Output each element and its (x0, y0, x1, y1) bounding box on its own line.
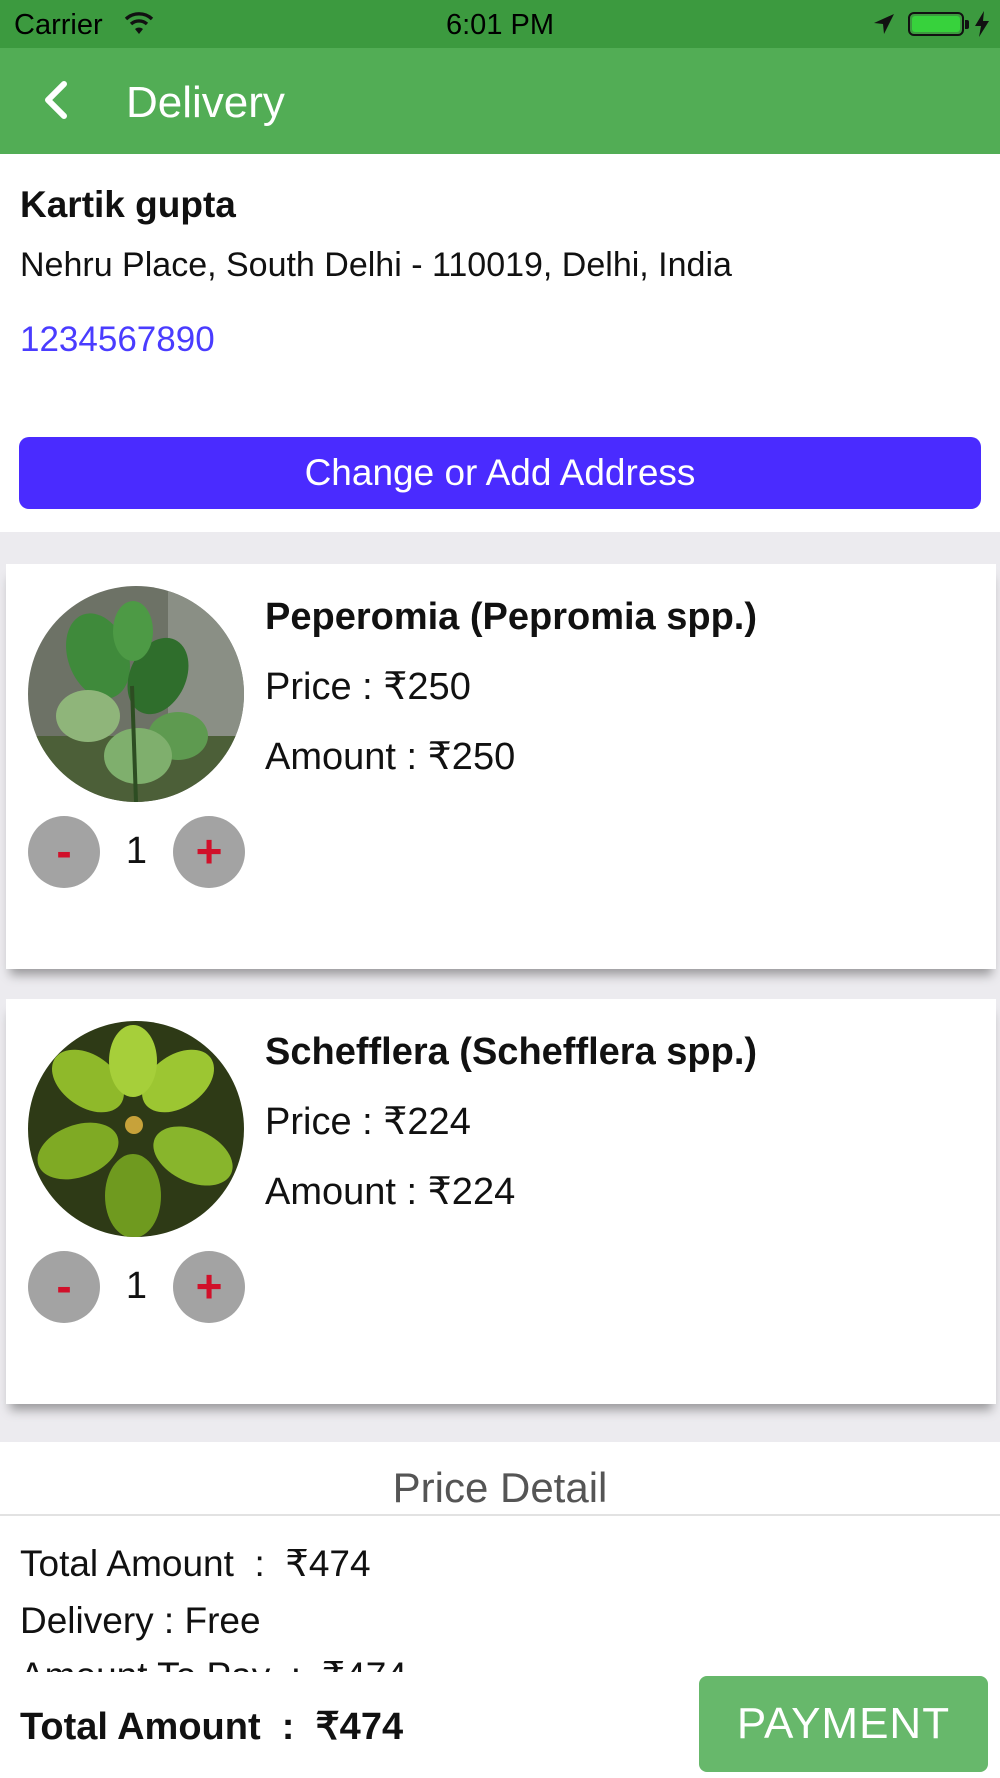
nav-bar: Delivery (0, 48, 1000, 154)
peperomia-image (28, 586, 244, 802)
product-price: Price : ₹224 (265, 1101, 471, 1143)
phone-number[interactable]: 1234567890 (20, 320, 215, 360)
increase-quantity-button[interactable]: + (173, 1251, 245, 1323)
decrease-quantity-button[interactable]: - (28, 1251, 100, 1323)
clock: 6:01 PM (446, 9, 554, 41)
address-line: Nehru Place, South Delhi - 110019, Delhi… (20, 246, 732, 284)
price-detail-section: Price Detail Total Amount : ₹474 Deliver… (0, 1442, 1000, 1672)
schefflera-image (28, 1021, 244, 1237)
charging-bolt-icon (975, 11, 989, 37)
recipient-name: Kartik gupta (20, 184, 236, 225)
product-price: Price : ₹250 (265, 666, 471, 708)
location-arrow-icon (874, 14, 894, 34)
payment-button[interactable]: PAYMENT (699, 1676, 988, 1772)
total-amount-line: Total Amount : ₹474 (20, 1543, 371, 1584)
page-title: Delivery (126, 78, 285, 127)
amount-to-pay-line: Amount To Pay : ₹474 (20, 1654, 407, 1672)
product-amount: Amount : ₹250 (265, 736, 516, 778)
bottom-total-amount: Total Amount : ₹474 (20, 1706, 404, 1748)
product-name: Peperomia (Pepromia spp.) (265, 596, 758, 638)
battery-icon (908, 12, 969, 36)
divider (0, 1514, 1000, 1516)
product-amount: Amount : ₹224 (265, 1171, 516, 1213)
cart-item: Schefflera (Schefflera spp.) Price : ₹22… (6, 999, 996, 1404)
back-chevron-icon[interactable] (40, 78, 72, 122)
quantity-value: 1 (125, 1265, 148, 1307)
change-address-button[interactable]: Change or Add Address (19, 437, 981, 509)
cart-item: Peperomia (Pepromia spp.) Price : ₹250 A… (6, 564, 996, 969)
quantity-value: 1 (125, 830, 148, 872)
increase-quantity-button[interactable]: + (173, 816, 245, 888)
decrease-quantity-button[interactable]: - (28, 816, 100, 888)
address-card: Kartik gupta Nehru Place, South Delhi - … (0, 154, 1000, 532)
delivery-line: Delivery : Free (20, 1600, 261, 1641)
product-name: Schefflera (Schefflera spp.) (265, 1031, 758, 1073)
price-detail-title: Price Detail (392, 1464, 608, 1511)
status-bar: Carrier 6:01 PM (0, 0, 1000, 48)
bottom-bar: Total Amount : ₹474 PAYMENT (0, 1672, 1000, 1778)
